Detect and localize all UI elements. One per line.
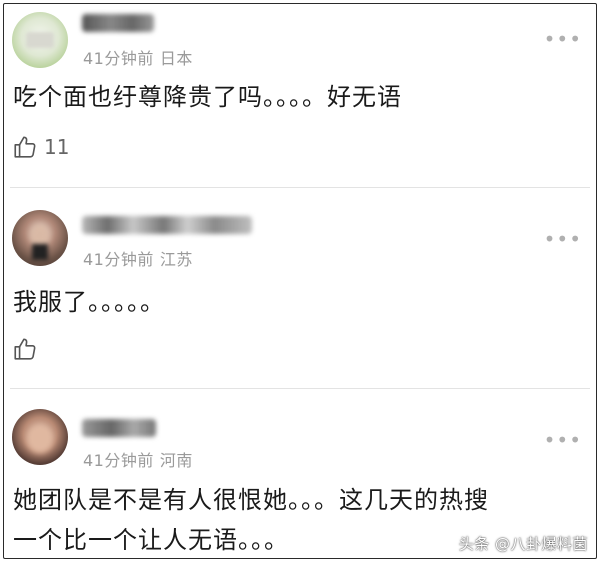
- comment-text: 吃个面也纡尊降贵了吗。。。。好无语: [13, 83, 402, 111]
- comment-time: 41分钟前: [83, 250, 154, 269]
- comment-text: 我服了。。。。。: [13, 288, 165, 316]
- avatar[interactable]: [12, 210, 68, 266]
- thumbs-up-icon: [14, 338, 36, 360]
- like-button[interactable]: 11: [12, 134, 69, 160]
- comment-meta: 41分钟前 河南: [83, 447, 193, 471]
- like-count: 11: [44, 135, 70, 159]
- comment-location: 日本: [159, 49, 193, 68]
- comment-location: 江苏: [159, 250, 193, 269]
- comment-item: 41分钟前 日本 ••• 吃个面也纡尊降贵了吗。。。。好无语 11: [4, 4, 596, 187]
- username-blurred[interactable]: [82, 14, 154, 32]
- username-blurred[interactable]: [82, 216, 252, 234]
- more-dots-icon[interactable]: •••: [544, 229, 582, 249]
- comment-time: 41分钟前: [83, 49, 154, 68]
- more-dots-icon[interactable]: •••: [544, 29, 582, 49]
- avatar[interactable]: [12, 12, 68, 68]
- comment-meta: 41分钟前 日本: [83, 45, 193, 69]
- comment-time: 41分钟前: [83, 451, 154, 470]
- more-dots-icon[interactable]: •••: [544, 430, 582, 450]
- comment-location: 河南: [159, 451, 193, 470]
- comment-list: 41分钟前 日本 ••• 吃个面也纡尊降贵了吗。。。。好无语 11 41分钟前 江苏…: [3, 3, 597, 559]
- avatar[interactable]: [12, 409, 68, 465]
- comment-text-line-1: 她团队是不是有人很恨她。。。这几天的热搜: [13, 486, 489, 514]
- thumbs-up-icon: [14, 136, 36, 158]
- like-button[interactable]: [12, 336, 44, 362]
- watermark: 头条 @八卦爆料菌: [458, 535, 588, 553]
- comment-item: 41分钟前 江苏 ••• 我服了。。。。。: [4, 188, 596, 388]
- comment-meta: 41分钟前 江苏: [83, 246, 193, 270]
- username-blurred[interactable]: [82, 419, 156, 437]
